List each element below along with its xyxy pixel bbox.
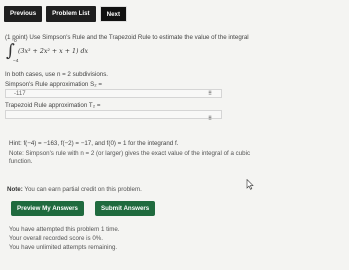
note-label: Note:	[7, 186, 23, 193]
integral-upper-limit: 0	[14, 39, 17, 44]
submit-answers-button[interactable]: Submit Answers	[95, 201, 156, 216]
matrix-input-icon[interactable]: ⠿	[208, 91, 212, 97]
remaining-status: You have unlimited attempts remaining.	[9, 244, 118, 251]
problem-nav: Previous Problem List Next	[4, 6, 128, 22]
trapezoid-answer-field[interactable]	[5, 110, 222, 119]
note-text: You can earn partial credit on this prob…	[22, 186, 142, 193]
hint-text: Hint: f(−4) = −163, f(−2) = −17, and f(0…	[9, 140, 179, 147]
subdivisions-text: In both cases, use n = 2 subdivisions.	[5, 71, 109, 78]
hint-note-line1: Note: Simpson's rule with n = 2 (or larg…	[9, 150, 251, 157]
score-status: Your overall recorded score is 0%.	[9, 235, 104, 242]
attempts-status: You have attempted this problem 1 time.	[9, 226, 120, 233]
preview-answers-button[interactable]: Preview My Answers	[11, 201, 84, 216]
integral-lower-limit: −4	[13, 59, 19, 64]
next-button[interactable]: Next	[99, 6, 128, 22]
simpson-label: Simpson's Rule approximation S₂ =	[5, 81, 102, 88]
mouse-cursor-icon	[246, 179, 254, 190]
hint-note-line2: function.	[9, 158, 33, 165]
simpson-answer-value: -117	[14, 91, 26, 97]
trapezoid-label: Trapezoid Rule approximation T₂ =	[5, 102, 101, 109]
simpson-answer-field[interactable]: -117	[5, 89, 222, 98]
problem-statement: (1 point) Use Simpson's Rule and the Tra…	[5, 34, 249, 41]
problem-list-button[interactable]: Problem List	[46, 6, 96, 22]
matrix-input-icon[interactable]: ⠿	[208, 116, 212, 122]
previous-button[interactable]: Previous	[4, 6, 43, 22]
partial-credit-note: Note: You can earn partial credit on thi…	[7, 186, 142, 193]
integrand: (3x³ + 2x² + x + 1) dx	[18, 48, 89, 55]
